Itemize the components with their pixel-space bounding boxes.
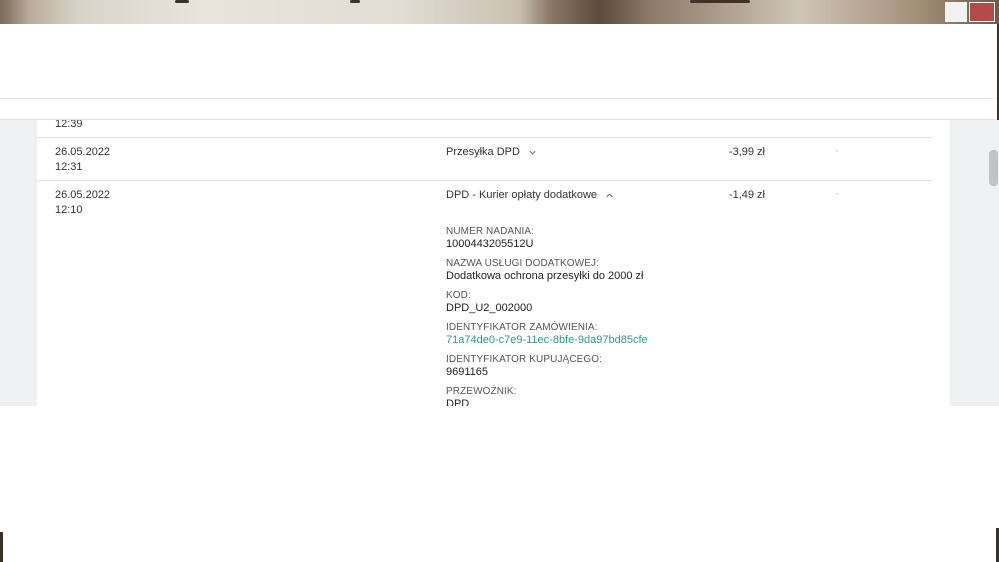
row-time: 12:39 <box>55 120 83 130</box>
row-date: 26.05.2022 <box>55 146 111 158</box>
table-row[interactable]: 12:39 <box>37 120 932 138</box>
row-action-dot[interactable]: · <box>835 187 839 202</box>
vertical-scrollbar[interactable] <box>987 120 999 406</box>
row-date: 26.05.2022 <box>55 189 111 201</box>
background-photo-fragment <box>945 2 967 22</box>
detail-service-name: NAZWA USŁUGI DODATKOWEJ: Dodatkowa ochro… <box>446 258 644 282</box>
detail-order-id: IDENTYFIKATOR ZAMÓWIENIA: 71a74de0-c7e9-… <box>446 322 648 347</box>
row-details: NUMER NADANIA: 1000443205512U NAZWA USŁU… <box>446 225 648 406</box>
row-description-text: DPD - Kurier opłaty dodatkowe <box>446 189 598 201</box>
row-amount: -3,99 zł <box>728 146 765 158</box>
row-time: 12:10 <box>55 204 83 216</box>
transactions-viewport: 12:39 26.05.2022 12:31 Przesyłka DPD -3,… <box>0 120 999 406</box>
row-amount: -1,49 zł <box>728 189 765 201</box>
row-datetime: 26.05.2022 12:31 <box>55 145 110 175</box>
table-row[interactable]: 26.05.2022 12:31 Przesyłka DPD -3,99 zł … <box>37 138 932 181</box>
row-description[interactable]: Przesyłka DPD <box>446 145 537 160</box>
transactions-card: 12:39 26.05.2022 12:31 Przesyłka DPD -3,… <box>37 120 950 406</box>
detail-carrier: PRZEWOŹNIK: DPD <box>446 386 517 406</box>
chevron-up-icon[interactable] <box>605 191 614 200</box>
order-id-link[interactable]: 71a74de0-c7e9-11ec-8bfe-9da97bd85cfe <box>446 334 648 347</box>
row-time: 12:31 <box>55 161 83 173</box>
background-photo-fragment-red <box>969 2 995 22</box>
chevron-down-icon[interactable] <box>528 148 537 157</box>
row-description-text: Przesyłka DPD <box>446 146 520 158</box>
scrollbar-thumb[interactable] <box>989 150 998 186</box>
detail-shipment-number: NUMER NADANIA: 1000443205512U <box>446 226 535 250</box>
row-datetime: 12:39 <box>55 120 83 132</box>
page-footer-overlay <box>0 406 999 562</box>
background-photo-strip <box>0 0 999 24</box>
table-row-expanded[interactable]: 26.05.2022 12:10 DPD - Kurier opłaty dod… <box>37 181 932 406</box>
detail-buyer-id: IDENTYFIKATOR KUPUJĄCEGO: 9691165 <box>446 354 603 378</box>
row-datetime: 26.05.2022 12:10 <box>55 188 110 218</box>
row-action-dot[interactable]: · <box>835 144 839 159</box>
background-edge <box>0 532 3 562</box>
page-header-overlay <box>0 24 999 120</box>
row-description[interactable]: DPD - Kurier opłaty dodatkowe <box>446 188 614 203</box>
detail-code: KOD: DPD_U2_002000 <box>446 290 533 314</box>
